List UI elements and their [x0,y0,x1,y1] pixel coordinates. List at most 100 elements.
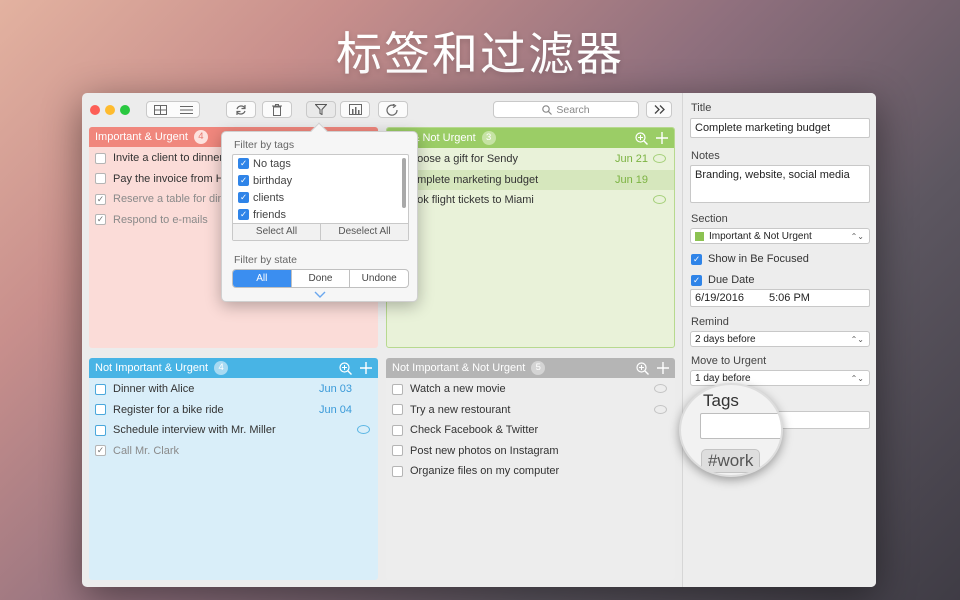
list-item[interactable]: Schedule interview with Mr. Miller [89,420,378,441]
task-checkbox[interactable] [392,465,403,477]
list-item[interactable]: hoose a gift for Sendy Jun 21 [387,149,674,170]
chevron-updown-icon: ⌃⌄ [850,231,864,241]
task-checkbox[interactable] [95,383,106,395]
list-item[interactable]: Dinner with Alice Jun 03 [89,379,378,400]
list-view-icon[interactable] [179,105,193,115]
section-label: Section [691,213,728,225]
state-all-segment[interactable]: All [233,270,291,287]
due-time-value: 5:06 PM [769,292,810,304]
minimize-window-button[interactable] [105,105,115,115]
task-checkbox[interactable] [392,404,403,416]
show-focused-label: Show in Be Focused [708,253,809,265]
close-window-button[interactable] [90,105,100,115]
quadrant-not-important-not-urgent: Not Important & Not Urgent 5 Watch a new… [386,358,675,580]
quadrant-count-badge: 5 [531,361,546,375]
note-icon [653,195,666,204]
deselect-all-button[interactable]: Deselect All [320,224,408,240]
search-input[interactable]: Search [493,101,639,118]
task-text: ook flight tickets to Miami [411,194,534,207]
note-icon [653,154,666,163]
statistics-button[interactable] [340,101,370,118]
list-item[interactable]: Check Facebook & Twitter [386,420,675,441]
list-item[interactable]: Try a new restourant [386,400,675,421]
tags-input[interactable] [700,413,781,439]
task-text: omplete marketing budget [411,173,539,186]
task-due-date: Jun 03 [318,383,352,396]
repeat-button[interactable] [378,101,408,118]
list-item[interactable]: Watch a new movie [386,379,675,400]
toolbar: Search [82,93,682,125]
task-checkbox[interactable]: ✓ [95,193,106,205]
quadrant-header: rtant & Not Urgent 3 [387,128,674,148]
filter-by-state-label: Filter by state [234,254,298,266]
task-checkbox[interactable] [392,424,403,436]
repeat-icon [386,103,398,116]
zoom-window-button[interactable] [120,105,130,115]
quadrant-header: Not Important & Urgent 4 [89,358,378,378]
quadrant-count-badge: 3 [481,131,496,145]
task-checkbox[interactable] [95,424,106,436]
search-placeholder: Search [556,103,590,116]
section-select[interactable]: Important & Not Urgent ⌃⌄ [690,228,870,244]
task-checkbox[interactable]: ✓ [95,445,106,457]
show-focused-checkbox[interactable]: ✓ Show in Be Focused [691,253,809,265]
checkbox-checked-icon: ✓ [691,253,702,265]
zoom-in-icon[interactable] [636,361,649,375]
list-item[interactable]: Register for a bike ride Jun 04 [89,400,378,421]
notes-label: Notes [691,150,720,162]
notes-field[interactable]: Branding, website, social media [690,165,870,203]
tag-chip[interactable]: #work [701,449,761,473]
task-checkbox[interactable] [392,445,403,457]
task-checkbox[interactable] [95,173,106,185]
tags-label: Tags [703,391,739,410]
task-text: Call Mr. Clark [113,444,180,457]
zoom-in-icon[interactable] [635,131,648,145]
view-toggle[interactable] [146,101,200,118]
task-list: Watch a new movie Try a new restourant C… [386,378,675,482]
list-item[interactable]: omplete marketing budget Jun 19 [387,169,674,190]
task-checkbox[interactable]: ✓ [95,214,106,226]
tag-list-scrollbar[interactable] [402,158,406,208]
note-icon [654,404,667,414]
list-item[interactable]: ook flight tickets to Miami [387,190,674,211]
chevron-updown-icon: ⌃⌄ [850,334,864,344]
list-item[interactable]: Organize files on my computer [386,461,675,482]
select-buttons: Select All Deselect All [233,223,408,240]
task-text: Dinner with Alice [113,383,195,396]
tag-option[interactable]: ✓ birthday [233,172,408,189]
remind-select[interactable]: 2 days before ⌃⌄ [690,331,870,347]
task-due-date: Jun 04 [318,403,352,416]
task-checkbox[interactable] [392,383,403,395]
select-all-button[interactable]: Select All [233,224,320,240]
state-done-segment[interactable]: Done [290,270,350,287]
list-item[interactable]: ✓ Call Mr. Clark [89,441,378,462]
task-checkbox[interactable] [95,404,106,416]
add-icon[interactable] [656,132,668,144]
quadrant-important-not-urgent: rtant & Not Urgent 3 hoose a gift for Se… [386,127,675,348]
task-checkbox[interactable] [95,152,106,164]
tag-option[interactable]: ✓ friends [233,206,408,223]
delete-button[interactable] [262,101,292,118]
due-date-checkbox[interactable]: ✓ Due Date [691,274,754,286]
due-date-field[interactable]: 6/19/2016 5:06 PM [690,289,870,307]
filter-button[interactable] [306,101,336,118]
tag-option-label: No tags [253,157,291,170]
sync-button[interactable] [226,101,256,118]
chevron-down-icon[interactable] [314,291,326,298]
task-due-date: Jun 19 [614,173,648,186]
grid-view-icon[interactable] [153,104,167,115]
title-field[interactable]: Complete marketing budget [690,118,870,138]
tag-option-label: clients [253,191,285,204]
tag-option[interactable]: ✓ No tags [233,155,408,172]
checkbox-checked-icon: ✓ [238,209,249,220]
add-icon[interactable] [657,362,669,374]
tag-list: ✓ No tags ✓ birthday ✓ clients ✓ friends Sel… [232,154,409,241]
zoom-in-icon[interactable] [339,361,352,375]
list-item[interactable]: Post new photos on Instagram [386,441,675,462]
quadrant-count-badge: 4 [193,130,208,144]
toggle-details-button[interactable] [646,101,672,118]
add-icon[interactable] [360,362,372,374]
tag-option[interactable]: ✓ clients [233,189,408,206]
task-list: Dinner with Alice Jun 03 Register for a b… [89,378,378,461]
state-undone-segment[interactable]: Undone [349,270,408,287]
